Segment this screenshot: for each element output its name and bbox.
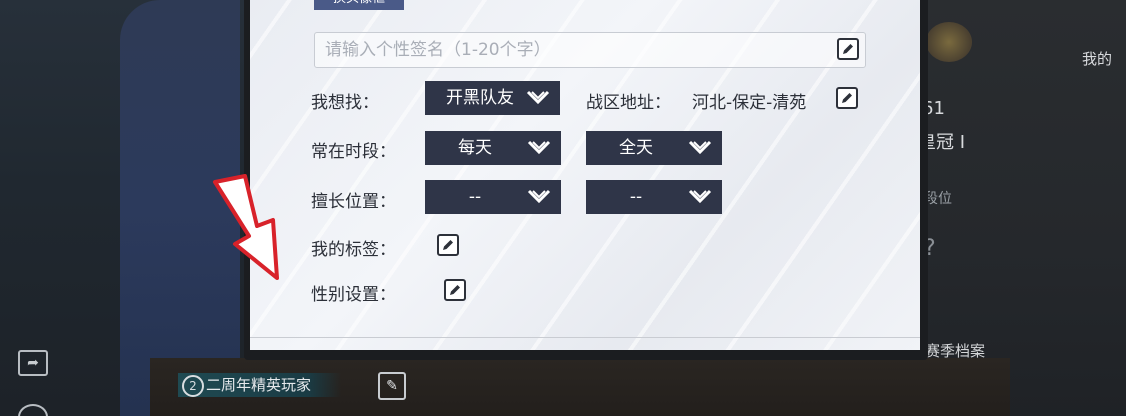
active-hours-value: 全天 (619, 138, 653, 158)
position-label: 擅长位置： (311, 192, 396, 212)
position-secondary-value: -- (629, 187, 643, 207)
chevron-down-icon (526, 90, 550, 105)
title-edit-icon[interactable]: ✎ (378, 372, 406, 400)
active-days-dropdown[interactable]: 每天 (425, 131, 561, 165)
share-icon[interactable]: ➦ (18, 350, 48, 376)
tags-label: 我的标签： (311, 240, 396, 260)
looking-for-label: 我想找： (311, 93, 379, 113)
position-secondary-dropdown[interactable]: -- (586, 180, 722, 214)
tags-edit-icon[interactable] (437, 234, 459, 256)
signature-edit-icon[interactable] (837, 38, 859, 60)
chevron-down-icon (527, 140, 551, 155)
looking-for-value: 开黑队友 (446, 88, 514, 108)
chevron-down-icon (688, 189, 712, 204)
trophy-icon (926, 22, 972, 62)
active-time-label: 常在时段： (311, 142, 396, 162)
region-label: 战区地址： (586, 93, 671, 113)
region-edit-icon[interactable] (836, 87, 858, 109)
active-hours-dropdown[interactable]: 全天 (586, 131, 722, 165)
my-label[interactable]: 我的 (1082, 48, 1112, 69)
chevron-down-icon (688, 140, 712, 155)
active-days-value: 每天 (458, 138, 492, 158)
looking-for-dropdown[interactable]: 开黑队友 (425, 81, 560, 115)
veteran-title-label: 二周年精英玩家 (206, 376, 312, 394)
gender-label: 性别设置： (311, 285, 396, 305)
position-primary-dropdown[interactable]: -- (425, 180, 561, 214)
season-file-button[interactable]: 赛季档案 (925, 340, 985, 361)
signature-input[interactable]: 请输入个性签名（1-20个字） (314, 32, 866, 68)
position-primary-value: -- (468, 187, 482, 207)
gender-edit-icon[interactable] (444, 279, 466, 301)
veteran-title[interactable]: 2 二周年精英玩家 (178, 373, 342, 397)
change-avatar-frame-button[interactable]: 换头像框 (314, 0, 404, 10)
chevron-down-icon (527, 189, 551, 204)
region-value: 河北-保定-清苑 (692, 93, 807, 113)
anniversary-badge-icon: 2 (182, 374, 204, 397)
signature-placeholder: 请输入个性签名（1-20个字） (325, 40, 551, 60)
profile-edit-dialog: 换头像框 请输入个性签名（1-20个字） 我想找： 开黑队友 战区地址： 河北-… (250, 0, 920, 350)
rank-subtitle: 段位 (924, 191, 952, 207)
hint-arrow-icon (213, 174, 279, 280)
